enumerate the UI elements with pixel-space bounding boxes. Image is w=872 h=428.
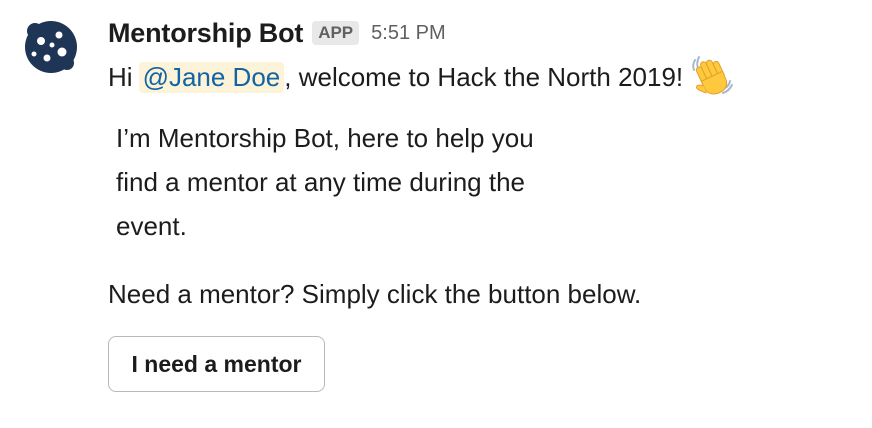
sender-name[interactable]: Mentorship Bot xyxy=(108,18,303,49)
cta-text: Need a mentor? Simply click the button b… xyxy=(108,279,642,309)
request-mentor-button[interactable]: I need a mentor xyxy=(108,336,325,392)
user-mention[interactable]: @Jane Doe xyxy=(138,61,285,93)
waving-hand-icon xyxy=(689,54,735,96)
greeting-suffix: , welcome to Hack the North 2019! xyxy=(284,61,684,92)
timestamp[interactable]: 5:51 PM xyxy=(371,22,445,45)
intro-text: I’m Mentorship Bot, here to help you fin… xyxy=(116,116,636,248)
intro-line: event. xyxy=(116,211,187,241)
app-badge: APP xyxy=(312,21,360,45)
mentorship-bot-logo-icon xyxy=(25,21,77,73)
intro-line: I’m Mentorship Bot, here to help you xyxy=(116,123,534,153)
greeting-line: Hi @Jane Doe , welcome to Hack the North… xyxy=(108,56,735,96)
message-header: Mentorship Bot APP 5:51 PM xyxy=(108,16,446,50)
intro-line: find a mentor at any time during the xyxy=(116,167,526,197)
avatar[interactable] xyxy=(18,14,84,80)
greeting-prefix: Hi xyxy=(108,61,133,92)
